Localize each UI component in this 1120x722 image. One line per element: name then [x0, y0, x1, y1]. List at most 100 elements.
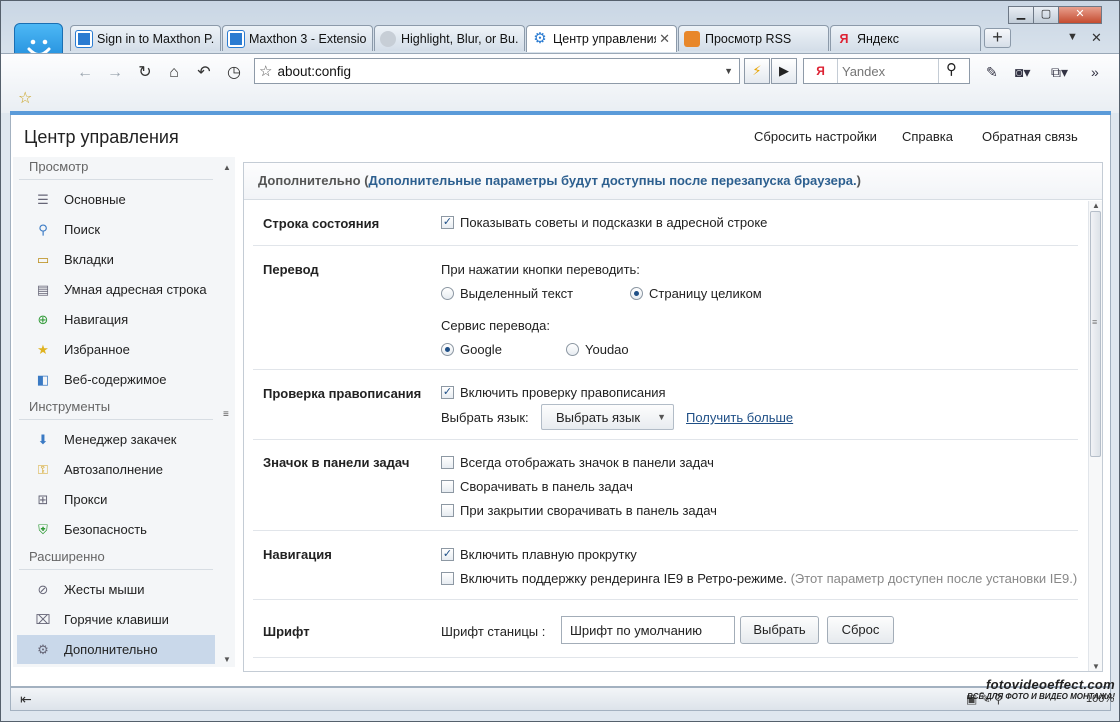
- smooth-scroll-option[interactable]: ✓ Включить плавную прокрутку: [441, 547, 637, 562]
- search-input[interactable]: [838, 63, 938, 79]
- get-more-link[interactable]: Получить больше: [686, 410, 793, 425]
- lightning-icon[interactable]: ⚡: [744, 58, 770, 84]
- feedback-link[interactable]: Обратная связь: [982, 129, 1078, 144]
- sidebar-item-hotkeys[interactable]: ⌧ Горячие клавиши: [17, 605, 215, 634]
- page-title: Центр управления: [24, 127, 179, 147]
- tab-control-center[interactable]: ⚙ Центр управления ✕: [526, 25, 677, 52]
- tab-maxthon-passport[interactable]: Sign in to Maxthon P...: [70, 25, 221, 51]
- browser-window: ▁ ▢ ✕ Sign in to Maxthon P... Maxthon 3 …: [0, 0, 1120, 722]
- tab-close-icon[interactable]: ✕: [659, 31, 670, 47]
- sidebar-item-label: Навигация: [64, 312, 129, 327]
- radio-selected-text[interactable]: [441, 287, 454, 300]
- status-hints-option[interactable]: ✓ Показывать советы и подсказки в адресн…: [441, 215, 767, 230]
- divider: [253, 657, 1078, 658]
- sidebar-item-search[interactable]: ⚲ Поиск: [17, 215, 215, 244]
- sidebar-item-web-content[interactable]: ◧ Веб-содержимое: [17, 365, 215, 394]
- radio-google[interactable]: [441, 343, 454, 356]
- sidebar-item-tabs[interactable]: ▭ Вкладки: [17, 245, 215, 274]
- reset-settings-link[interactable]: Сбросить настройки: [754, 129, 877, 144]
- bookmark-star-icon[interactable]: ☆: [259, 62, 272, 80]
- language-select[interactable]: Выбрать язык ▼: [541, 404, 674, 430]
- tray-minimize-checkbox[interactable]: [441, 480, 454, 493]
- translate-icon[interactable]: ⧉▾: [1051, 64, 1068, 81]
- address-dropdown-icon[interactable]: ▼: [724, 66, 733, 76]
- sidebar-scrollbar[interactable]: ▲ ≡ ▼: [222, 159, 234, 669]
- home-icon[interactable]: ⌂: [163, 62, 185, 84]
- radio-whole-page[interactable]: [630, 287, 643, 300]
- section-title-tools: Инструменты: [29, 399, 111, 414]
- scroll-down-icon[interactable]: ▼: [223, 655, 231, 664]
- go-icon[interactable]: ▶: [771, 58, 797, 84]
- spellcheck-checkbox[interactable]: ✓: [441, 386, 454, 399]
- sidebar-item-mouse-gestures[interactable]: ⊘ Жесты мыши: [17, 575, 215, 604]
- address-input[interactable]: [277, 63, 725, 79]
- back-icon[interactable]: ←: [74, 62, 96, 84]
- tray-minimize-option[interactable]: Сворачивать в панель задач: [441, 479, 633, 494]
- choose-font-button[interactable]: Выбрать: [740, 616, 819, 644]
- sidebar-item-label: Умная адресная строка: [64, 282, 207, 297]
- sidebar-item-smart-address[interactable]: ▤ Умная адресная строка: [17, 275, 215, 304]
- history-clock-icon[interactable]: ◷: [223, 62, 245, 84]
- scroll-up-icon[interactable]: ▲: [223, 163, 231, 172]
- panel-scrollbar[interactable]: ▲ ≡ ▼: [1088, 201, 1102, 671]
- sidebar-toggle-icon[interactable]: ⇤: [20, 691, 32, 708]
- tray-on-close-option[interactable]: При закрытии сворачивать в панель задач: [441, 503, 717, 518]
- navigation-icon: ⊕: [37, 311, 49, 327]
- tabs-icon: ▭: [36, 251, 50, 267]
- status-hints-checkbox[interactable]: ✓: [441, 216, 454, 229]
- sidebar-item-downloads[interactable]: ⬇ Менеджер закачек: [17, 425, 215, 454]
- translate-selected-text-option[interactable]: Выделенный текст: [441, 286, 573, 301]
- address-bar[interactable]: ☆ ▼: [254, 58, 740, 84]
- sidebar-item-proxy[interactable]: ⊞ Прокси: [17, 485, 215, 514]
- more-tools-icon[interactable]: »: [1091, 64, 1099, 80]
- service-youdao-option[interactable]: Youdao: [566, 342, 629, 357]
- sidebar-item-favorites[interactable]: ★ Избранное: [17, 335, 215, 364]
- new-tab-button[interactable]: +: [984, 28, 1011, 48]
- scrollbar-thumb[interactable]: [1090, 211, 1101, 457]
- tab-list-chevron-icon[interactable]: ▼: [1067, 31, 1078, 43]
- option-label: Google: [460, 342, 502, 357]
- highlighter-icon[interactable]: ✎: [986, 64, 998, 81]
- sidebar-item-navigation[interactable]: ⊕ Навигация: [17, 305, 215, 334]
- sidebar-item-label: Дополнительно: [64, 642, 158, 657]
- radio-youdao[interactable]: [566, 343, 579, 356]
- spellcheck-option[interactable]: ✓ Включить проверку правописания: [441, 385, 666, 400]
- window-controls: ▁ ▢ ✕: [1008, 6, 1102, 24]
- scroll-up-icon[interactable]: ▲: [1092, 201, 1100, 210]
- undo-icon[interactable]: ↶: [193, 62, 215, 84]
- ie9-retro-option[interactable]: Включить поддержку рендеринга IE9 в Ретр…: [441, 571, 1077, 586]
- translate-whole-page-option[interactable]: Страницу целиком: [630, 286, 762, 301]
- yandex-engine-icon[interactable]: Я: [804, 59, 838, 83]
- tab-yandex[interactable]: Я Яндекс: [830, 25, 981, 51]
- sidebar-item-security[interactable]: ⛨ Безопасность: [17, 515, 215, 544]
- yandex-icon: Я: [839, 31, 849, 46]
- ie9-retro-checkbox[interactable]: [441, 572, 454, 585]
- window-close-button[interactable]: ✕: [1058, 6, 1102, 24]
- sidebar-item-advanced[interactable]: ⚙ Дополнительно: [17, 635, 215, 664]
- service-google-option[interactable]: Google: [441, 342, 502, 357]
- search-icon[interactable]: ⚲: [938, 59, 964, 83]
- smooth-scroll-checkbox[interactable]: ✓: [441, 548, 454, 561]
- forward-icon[interactable]: →: [104, 62, 126, 84]
- tab-rss[interactable]: Просмотр RSS: [678, 25, 829, 51]
- page-font-field[interactable]: Шрифт по умолчанию: [561, 616, 735, 644]
- tab-highlight-blur[interactable]: Highlight, Blur, or Bu...: [374, 25, 525, 51]
- tray-always-checkbox[interactable]: [441, 456, 454, 469]
- tray-always-option[interactable]: Всегда отображать значок в панели задач: [441, 455, 714, 470]
- sidebar-item-label: Поиск: [64, 222, 101, 237]
- refresh-icon[interactable]: ↻: [134, 62, 156, 84]
- minimize-button[interactable]: ▁: [1008, 6, 1034, 24]
- reset-font-button[interactable]: Сброс: [827, 616, 894, 644]
- help-link[interactable]: Справка: [902, 129, 953, 144]
- tray-on-close-checkbox[interactable]: [441, 504, 454, 517]
- favorites-star-icon[interactable]: ☆: [18, 88, 32, 108]
- screenshot-camera-icon[interactable]: ◙▾: [1015, 64, 1030, 81]
- maximize-button[interactable]: ▢: [1033, 6, 1059, 24]
- search-box[interactable]: Я ⚲: [803, 58, 970, 84]
- tab-maxthon-extensions[interactable]: Maxthon 3 - Extensio...: [222, 25, 373, 51]
- sidebar-item-general[interactable]: ☰ Основные: [17, 185, 215, 214]
- scroll-down-icon[interactable]: ▼: [1092, 662, 1100, 671]
- sidebar-item-autofill[interactable]: ⚿ Автозаполнение: [17, 455, 215, 484]
- close-tab-icon[interactable]: ✕: [1091, 30, 1102, 46]
- mouse-gesture-icon: ⊘: [37, 581, 49, 597]
